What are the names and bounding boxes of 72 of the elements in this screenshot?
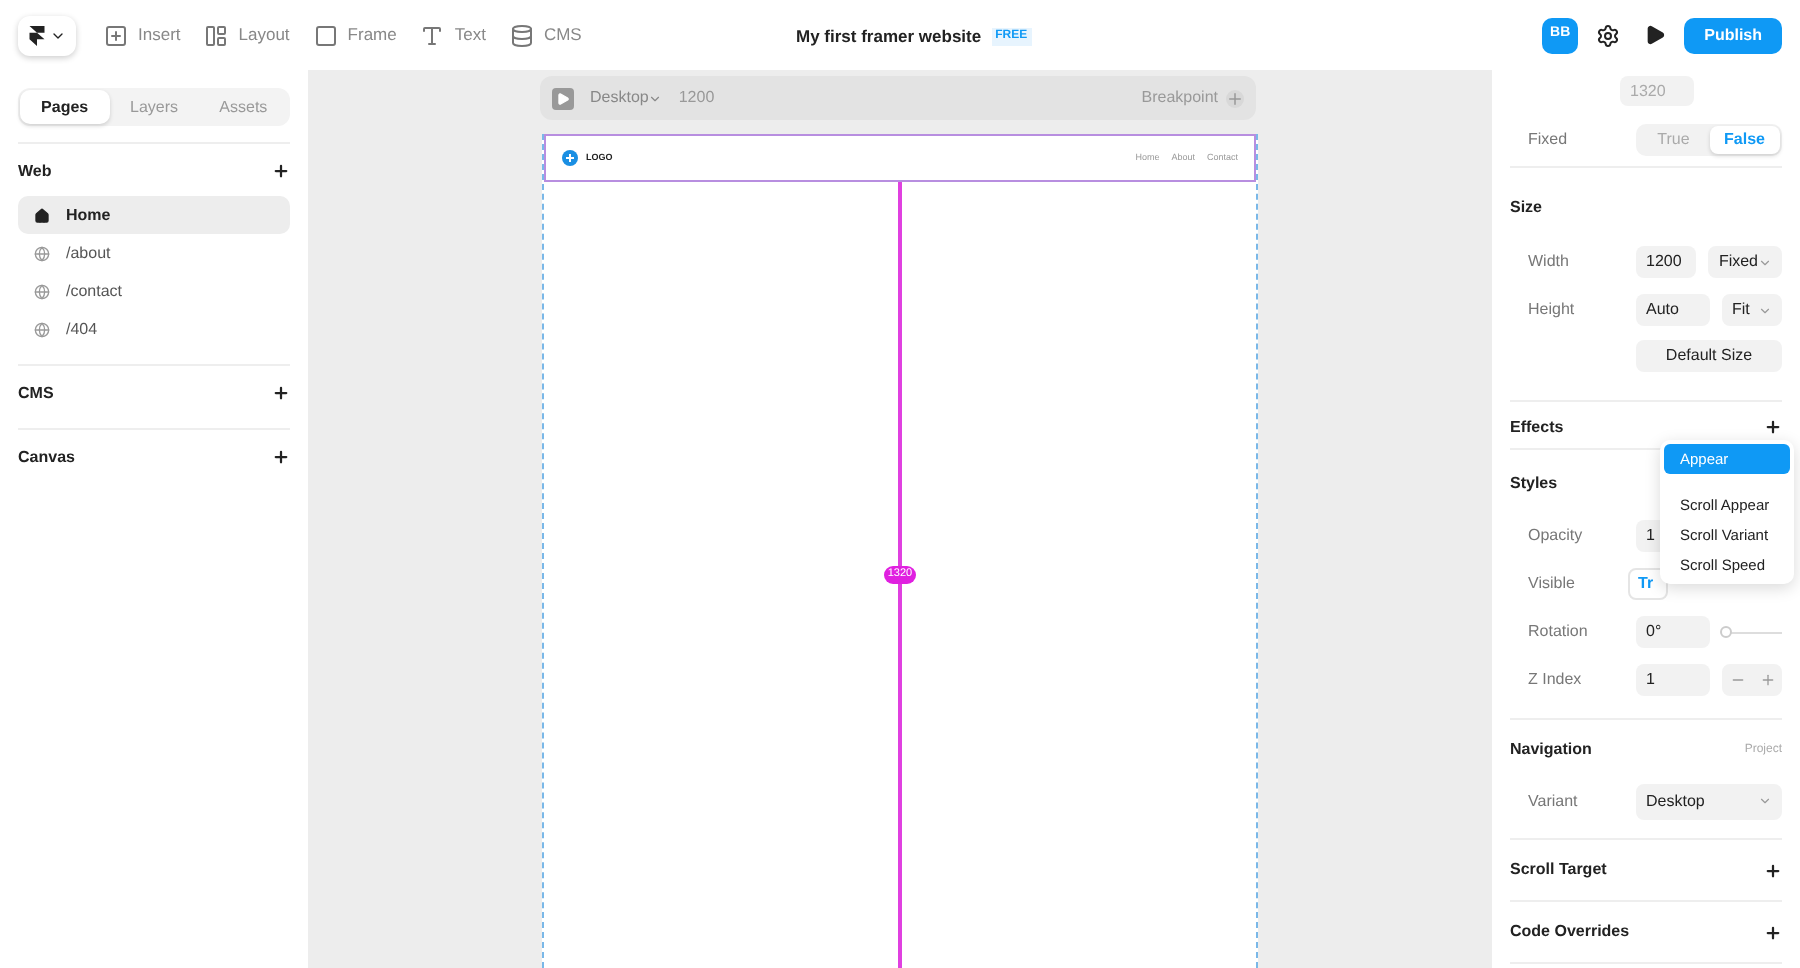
field-label: Visible <box>1528 572 1577 596</box>
sidebar-tab[interactable]: Layers <box>109 90 199 124</box>
add-icon[interactable] <box>272 448 290 466</box>
field-label: Width <box>1528 250 1571 274</box>
page-item[interactable]: Home <box>18 196 290 234</box>
toggle-option[interactable]: Tr <box>1628 568 1668 600</box>
project-title: My first framer website <box>796 24 982 50</box>
toggle-option[interactable]: True <box>1638 125 1709 153</box>
section-title: CMS <box>18 381 54 405</box>
rotation-slider[interactable] <box>1722 624 1782 640</box>
toggle-option[interactable]: False <box>1709 125 1780 153</box>
value-field[interactable]: 1320 <box>1620 76 1694 106</box>
add-icon[interactable] <box>1764 923 1782 941</box>
sidebar-tab[interactable]: Assets <box>198 90 289 124</box>
globe-icon <box>34 321 50 337</box>
toolbar-button[interactable]: Text <box>420 22 486 48</box>
section-title: Code Overrides <box>1510 920 1630 944</box>
field-label: Opacity <box>1528 524 1585 548</box>
caret-icon <box>1758 303 1772 317</box>
add-icon <box>1226 89 1244 107</box>
settings-icon[interactable] <box>1596 23 1621 47</box>
publish-button[interactable]: Publish <box>1684 17 1782 53</box>
add-icon[interactable] <box>1764 861 1782 879</box>
section-title: Web <box>18 159 52 183</box>
field-label: Variant <box>1528 789 1580 813</box>
slider-thumb[interactable] <box>1719 626 1731 638</box>
layout-icon <box>204 23 229 47</box>
field-label: Height <box>1528 298 1577 322</box>
toolbar-button[interactable]: Frame <box>313 22 397 48</box>
breakpoint-dropdown[interactable]: Desktop <box>590 86 663 110</box>
database-icon <box>509 23 534 47</box>
insert-icon <box>104 23 128 47</box>
mode-dropdown[interactable]: Fit <box>1722 294 1782 326</box>
section-title: Navigation <box>1510 738 1592 762</box>
page-item[interactable]: /about <box>18 234 290 272</box>
toolbar-button[interactable]: Layout <box>204 22 290 48</box>
section-title: Scroll Target <box>1510 858 1607 882</box>
logo-icon <box>562 150 578 166</box>
page-item[interactable]: /contact <box>18 272 290 310</box>
breakpoint-width: 1200 <box>678 86 715 110</box>
frame-icon <box>313 23 338 47</box>
value-field[interactable]: 0° <box>1636 616 1710 648</box>
add-icon[interactable] <box>1764 418 1782 436</box>
mode-dropdown[interactable]: Fixed <box>1708 246 1782 278</box>
default-size-button[interactable]: Default Size <box>1636 340 1782 372</box>
caret-icon <box>1758 255 1772 269</box>
text-icon <box>420 23 445 47</box>
section-title: Size <box>1510 196 1545 220</box>
section-title: Styles <box>1510 472 1560 496</box>
section-title: Effects <box>1510 415 1564 439</box>
value-field[interactable]: Auto <box>1636 294 1710 326</box>
home-icon <box>34 207 50 223</box>
caret-icon <box>1758 794 1772 808</box>
framer-logo-icon <box>28 25 46 45</box>
toolbar-button[interactable]: CMS <box>509 22 582 48</box>
sidebar-tab[interactable]: Pages <box>20 90 110 124</box>
variant-dropdown[interactable]: Desktop <box>1636 783 1782 819</box>
value-field[interactable]: 1200 <box>1636 246 1697 278</box>
section-title: Canvas <box>18 445 75 469</box>
add-icon[interactable] <box>272 384 290 402</box>
field-label: Z Index <box>1528 667 1584 691</box>
globe-icon <box>34 283 50 299</box>
caret-icon <box>648 91 663 105</box>
globe-icon <box>34 245 50 261</box>
page-item[interactable]: /404 <box>18 310 290 348</box>
value-field[interactable]: 1 <box>1636 663 1710 695</box>
field-label: Rotation <box>1528 620 1590 644</box>
field-label: Fixed <box>1528 127 1570 151</box>
preview-icon[interactable] <box>1644 24 1667 46</box>
add-icon[interactable] <box>272 162 290 180</box>
toolbar-button[interactable]: Insert <box>104 22 181 48</box>
add-breakpoint-button[interactable]: Breakpoint <box>1141 86 1244 110</box>
